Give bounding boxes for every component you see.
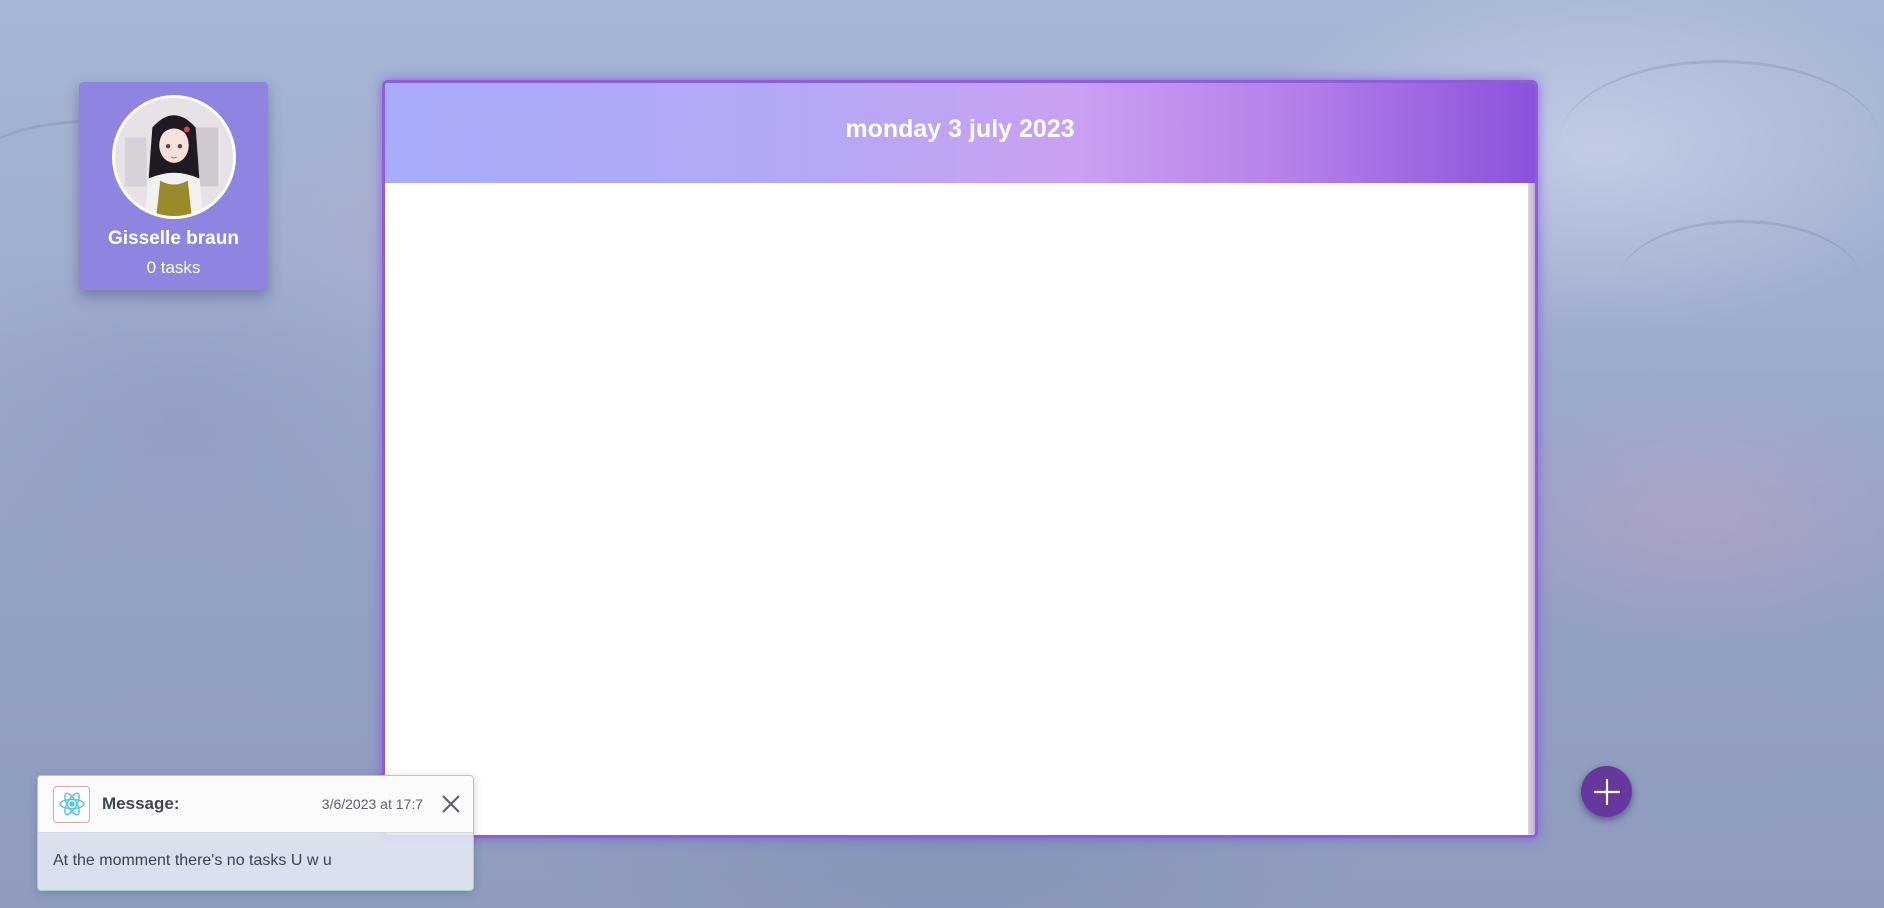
profile-task-count: 0 tasks [146,258,201,277]
add-task-button[interactable] [1581,766,1632,817]
toast-header: Message: 3/6/2023 at 17:7 [38,776,473,833]
profile-name: Gisselle braun [108,228,239,249]
react-logo-icon [53,785,90,823]
board-header: monday 3 july 2023 [385,83,1535,183]
task-list[interactable] [385,183,1535,835]
background-branch [1560,60,1880,220]
toast-timestamp: 3/6/2023 at 17:7 [321,796,423,812]
profile-card[interactable]: Gisselle braun 0 tasks [79,82,268,290]
avatar [111,95,236,219]
board-scrollbar[interactable] [1528,183,1535,835]
close-icon[interactable] [439,792,463,816]
task-board: monday 3 july 2023 [382,80,1538,838]
notification-toast: Message: 3/6/2023 at 17:7 At the momment… [37,775,474,891]
toast-message: At the momment there's no tasks U w u [53,852,332,869]
toast-title: Message: [102,794,180,813]
background-branch [1620,220,1860,340]
plus-icon [1593,778,1620,805]
avatar-image [114,98,233,216]
board-date-title: monday 3 july 2023 [845,114,1075,143]
